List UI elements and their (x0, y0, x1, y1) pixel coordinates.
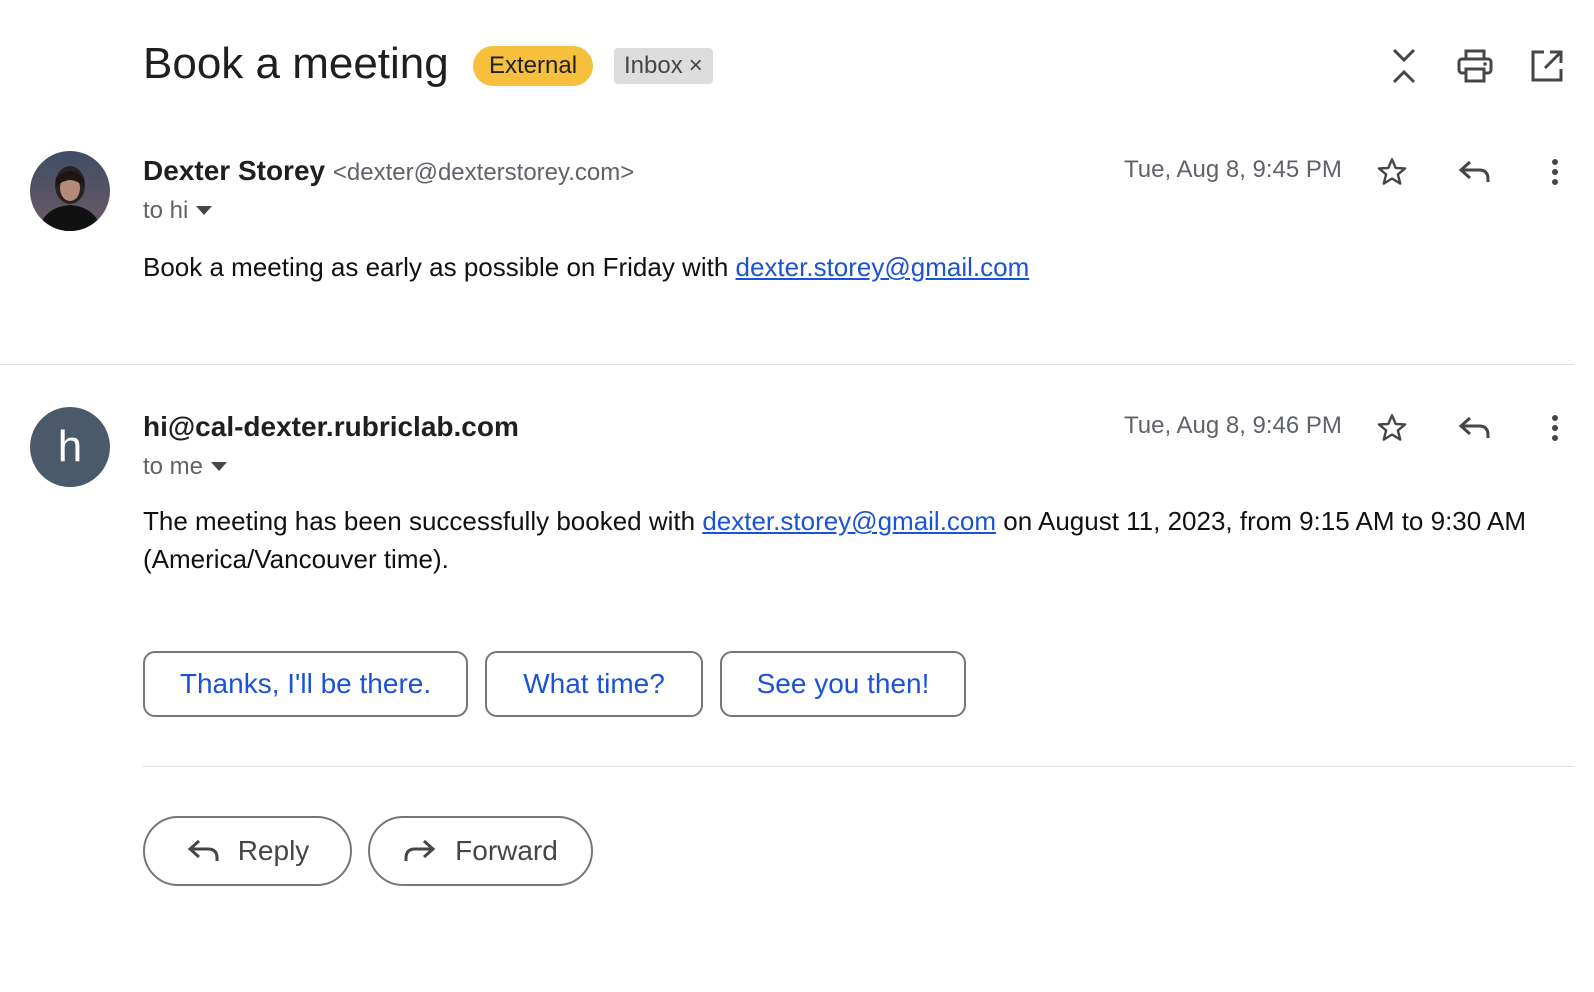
label-inbox-text: Inbox (624, 52, 683, 79)
reply-icon[interactable] (1452, 406, 1496, 450)
body-text: The meeting has been successfully booked… (143, 506, 703, 536)
recipient-line: to me (143, 453, 204, 480)
sender-name-text: Dexter Storey (143, 155, 326, 186)
open-in-new-window-icon[interactable] (1525, 44, 1569, 88)
label-inbox[interactable]: Inbox × (614, 48, 713, 84)
more-options-icon[interactable] (1533, 150, 1577, 194)
star-icon[interactable] (1370, 150, 1414, 194)
forward-button[interactable]: Forward (368, 816, 593, 886)
email-link[interactable]: dexter.storey@gmail.com (702, 506, 996, 536)
message-body: Book a meeting as early as possible on F… (143, 248, 1543, 286)
print-icon[interactable] (1453, 44, 1497, 88)
smart-reply-chip[interactable]: See you then! (720, 651, 966, 717)
body-text: Book a meeting as early as possible on F… (143, 252, 736, 282)
sender-name[interactable]: hi@cal-dexter.rubriclab.com (143, 410, 519, 444)
label-external[interactable]: External (473, 46, 594, 86)
sender-name[interactable]: Dexter Storey <dexter@dexterstorey.com> (143, 154, 634, 190)
chevron-down-icon (196, 206, 213, 216)
reply-button[interactable]: Reply (143, 816, 352, 886)
smart-reply-chip[interactable]: Thanks, I'll be there. (143, 651, 468, 717)
avatar[interactable] (30, 151, 110, 231)
remove-label-icon[interactable]: × (689, 48, 703, 84)
forward-icon (403, 838, 437, 864)
sender-name-text: hi@cal-dexter.rubriclab.com (143, 411, 519, 442)
reply-button-label: Reply (237, 835, 310, 866)
sender-email: <dexter@dexterstorey.com> (332, 159, 635, 186)
chevron-down-icon (211, 462, 228, 472)
recipient-details-toggle[interactable]: to hi (143, 196, 213, 226)
reply-icon[interactable] (1452, 150, 1496, 194)
smart-reply-chip[interactable]: What time? (485, 651, 703, 717)
message-date: Tue, Aug 8, 9:46 PM (1124, 412, 1342, 439)
message-divider (0, 364, 1574, 365)
star-icon[interactable] (1370, 406, 1414, 450)
recipient-line: to hi (143, 197, 189, 224)
message-date: Tue, Aug 8, 9:45 PM (1124, 156, 1342, 183)
forward-button-label: Forward (455, 835, 558, 866)
collapse-all-icon[interactable] (1382, 44, 1426, 88)
reply-icon (186, 838, 220, 864)
actions-divider (143, 766, 1574, 767)
avatar[interactable]: h (30, 407, 110, 487)
email-link[interactable]: dexter.storey@gmail.com (736, 252, 1030, 282)
message-body: The meeting has been successfully booked… (143, 502, 1563, 578)
recipient-details-toggle[interactable]: to me (143, 452, 228, 482)
thread-subject: Book a meeting (143, 39, 449, 88)
more-options-icon[interactable] (1533, 406, 1577, 450)
